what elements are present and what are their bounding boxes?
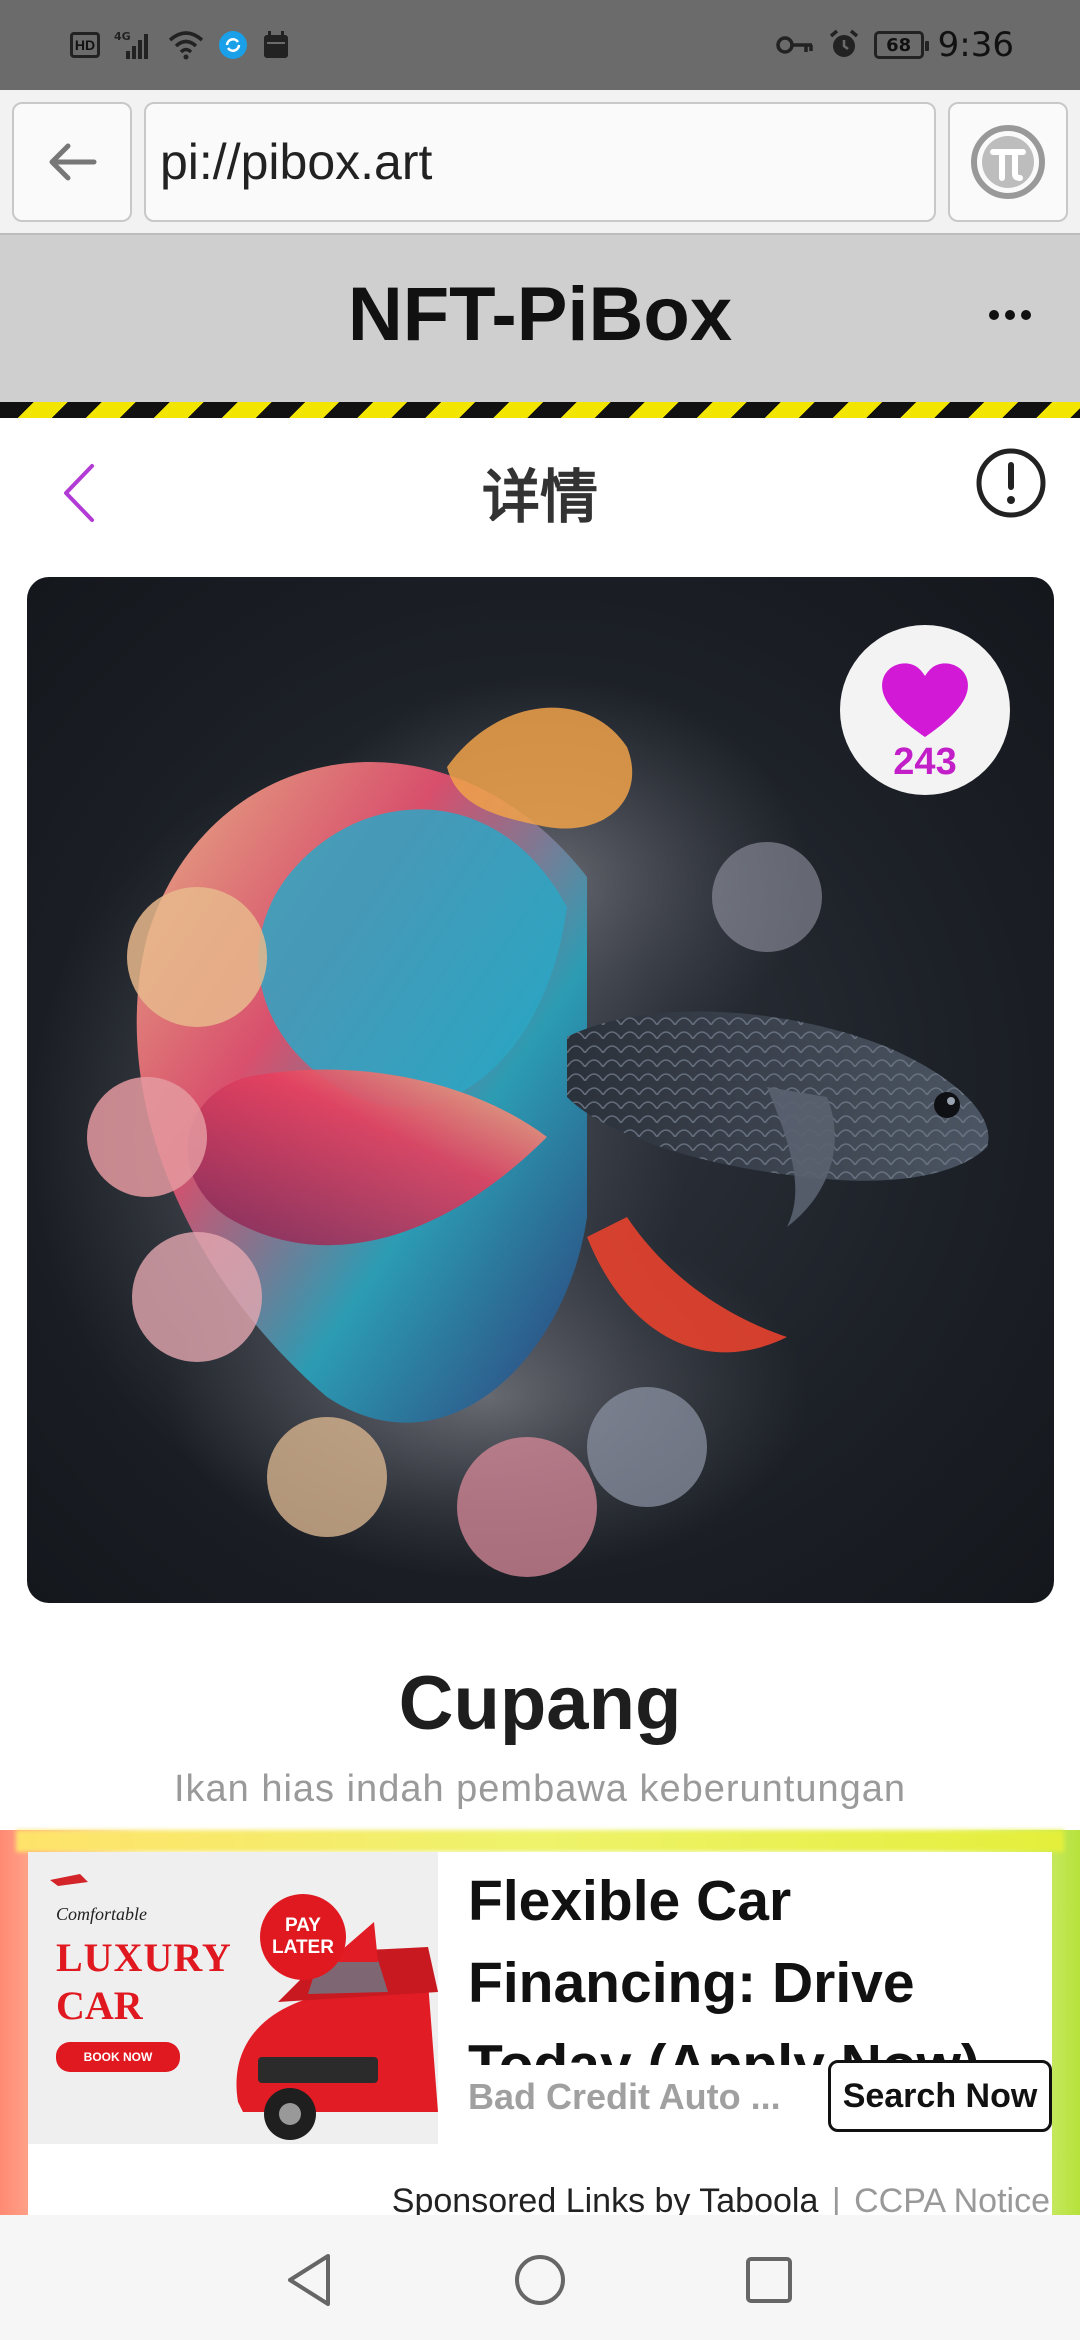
ad-image[interactable]: Comfortable LUXURY CAR BOOK NOW PAY LATE… <box>28 1852 438 2144</box>
circle-home-icon <box>515 2255 565 2305</box>
sync-app-icon <box>218 30 248 60</box>
ad-source: Bad Credit Auto ... <box>468 2076 781 2117</box>
nav-home-button[interactable] <box>505 2245 575 2315</box>
ad-search-now-button[interactable]: Search Now <box>828 2060 1052 2132</box>
ad-card[interactable]: Comfortable LUXURY CAR BOOK NOW PAY LATE… <box>28 1852 1052 2232</box>
alarm-icon <box>828 29 860 61</box>
calendar-icon <box>262 30 290 60</box>
detail-title: 详情 <box>481 463 598 531</box>
url-field[interactable]: pi://pibox.art <box>144 102 936 222</box>
detail-header: 详情 <box>0 418 1080 560</box>
hazard-stripe-divider <box>0 402 1080 418</box>
triangle-back-icon <box>288 2254 330 2306</box>
ad-image-car: CAR <box>56 1983 143 2028</box>
nav-recent-apps-button[interactable] <box>734 2245 804 2315</box>
square-recent-icon <box>746 2257 792 2303</box>
nft-name: Cupang <box>398 1661 682 1746</box>
like-button[interactable]: 243 <box>840 625 1010 795</box>
key-icon <box>775 33 814 57</box>
signal-icon: 4G <box>114 29 154 61</box>
ad-later-text: LATER <box>272 1937 334 1958</box>
nav-back-button[interactable] <box>274 2245 344 2315</box>
status-time: 9:36 <box>937 25 1014 65</box>
nft-description: Ikan hias indah pembawa keberuntungan <box>173 1768 907 1810</box>
ad-image-tagline: Comfortable <box>56 1904 148 1924</box>
more-dot <box>1021 310 1031 320</box>
browser-toolbar: pi://pibox.art <box>0 90 1080 235</box>
ad-image-book-now: BOOK NOW <box>56 2042 180 2072</box>
ad-headline[interactable]: Flexible Car Financing: Drive Today (App… <box>468 1860 1048 2065</box>
ad-pay-text: PAY <box>285 1915 321 1936</box>
exclamation-circle-icon <box>976 448 1046 518</box>
status-left-icons: HD 4G <box>70 22 290 68</box>
pi-browser-button[interactable] <box>948 102 1068 222</box>
more-dot <box>989 310 999 320</box>
ad-image-pay-later-badge: PAY LATER <box>260 1894 346 1980</box>
battery-indicator: 68 <box>873 31 929 59</box>
ad-image-luxury: LUXURY <box>56 1935 232 1980</box>
arrow-left-icon <box>49 143 97 181</box>
hd-badge: HD <box>70 32 100 58</box>
ad-glow-border <box>16 1830 1064 1852</box>
browser-back-button[interactable] <box>12 102 132 222</box>
report-button[interactable] <box>972 444 1050 522</box>
more-options-button[interactable] <box>980 295 1040 335</box>
app-header: NFT-PiBox <box>0 235 1080 402</box>
status-bar: HD 4G 68 9:36 <box>0 0 1080 90</box>
like-count: 243 <box>893 741 957 783</box>
wifi-icon <box>168 30 204 60</box>
sponsored-ad: Comfortable LUXURY CAR BOOK NOW PAY LATE… <box>0 1830 1080 2232</box>
nft-artwork-image[interactable]: 243 <box>27 577 1054 1603</box>
heart-icon <box>882 663 968 737</box>
status-right-icons: 68 9:36 <box>775 22 1014 68</box>
pi-network-icon <box>971 125 1045 199</box>
system-navigation-bar <box>0 2215 1080 2340</box>
app-title: NFT-PiBox <box>347 272 733 357</box>
more-dot <box>1005 310 1015 320</box>
network-type: 4G <box>114 30 131 43</box>
